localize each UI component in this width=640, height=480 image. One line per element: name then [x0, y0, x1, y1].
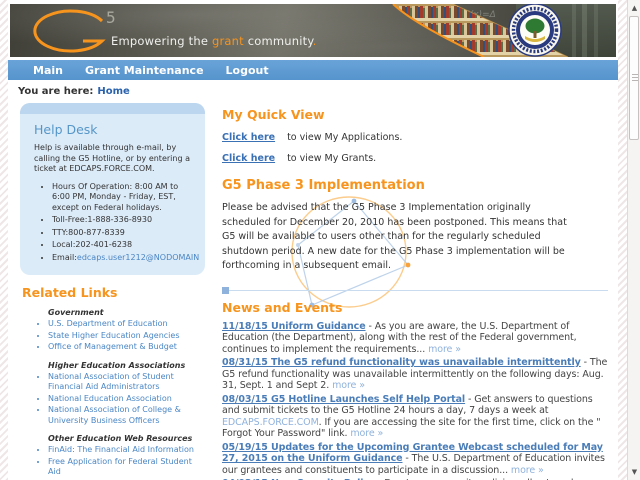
nav-item-grant-maintenance[interactable]: Grant Maintenance [85, 64, 204, 77]
news-title: News and Events [222, 300, 608, 315]
page-header: 5 Empowering the grant community. [10, 4, 616, 57]
nav-item-main[interactable]: Main [33, 64, 63, 77]
grants-text: to view My Grants. [287, 153, 376, 164]
tagline-post: community [244, 34, 313, 48]
quick-view-applications-row: Click here to view My Applications. [222, 132, 608, 143]
government-links: U.S. Department of Education State Highe… [20, 319, 206, 353]
header-decoration: π·√M(x)=Δ [376, 4, 616, 57]
link-nasfaa[interactable]: National Association of Student Financia… [48, 372, 174, 392]
help-desk-box-top [20, 103, 205, 114]
news-link-uniform-guidance[interactable]: 11/18/15 Uniform Guidance [222, 321, 366, 332]
list-item: National Association of College & Univer… [48, 405, 206, 426]
link-omb[interactable]: Office of Management & Budget [48, 342, 177, 351]
vertical-scrollbar[interactable]: ▲ ▼ [627, 0, 640, 480]
tagline-grant: grant [212, 34, 244, 48]
news-link-refund-functionality[interactable]: 08/31/15 The G5 refund functionality was… [222, 357, 581, 368]
divider-square-icon [222, 287, 229, 294]
scrollbar-grip-icon [632, 74, 638, 82]
help-desk-tty: TTY:800-877-8339 [52, 228, 197, 239]
link-us-dept-education[interactable]: U.S. Department of Education [48, 319, 168, 328]
link-finaid[interactable]: FinAid: The Financial Aid Information [48, 445, 194, 454]
quick-view-grants-row: Click here to view My Grants. [222, 153, 608, 164]
help-desk-email: Email:edcaps.user1212@NODOMAIN [52, 253, 197, 264]
quick-view-title: My Quick View [222, 107, 608, 122]
other-resource-links: FinAid: The Financial Aid Information Fr… [20, 445, 206, 480]
group-heading-other-resources: Other Education Web Resources [48, 434, 206, 443]
tagline-period: . [313, 34, 317, 48]
list-item: National Education Association [48, 394, 206, 405]
news-item: 08/31/15 The G5 refund functionality was… [222, 357, 608, 392]
click-here-grants-link[interactable]: Click here [222, 153, 275, 164]
link-state-higher-ed[interactable]: State Higher Education Agencies [48, 331, 179, 340]
nav-item-logout[interactable]: Logout [226, 64, 269, 77]
applications-text: to view My Applications. [287, 132, 402, 143]
group-heading-government: Government [48, 308, 206, 317]
help-desk-title: Help Desk [34, 122, 205, 137]
main-navigation: Main Grant Maintenance Logout [8, 60, 618, 80]
main-content: My Quick View Click here to view My Appli… [206, 99, 618, 480]
link-fafsa[interactable]: Free Application for Federal Student Aid [48, 457, 192, 477]
list-item: U.S. Department of Education [48, 319, 206, 330]
more-link[interactable]: more » [428, 344, 461, 355]
news-item: 08/03/15 G5 Hotline Launches Self Help P… [222, 394, 608, 440]
list-item: National Association of Student Financia… [48, 372, 206, 393]
list-item: FinAid: The Financial Aid Information [48, 445, 206, 456]
g5-logo: 5 [26, 8, 126, 56]
phase3-title: G5 Phase 3 Implementation [222, 178, 608, 193]
group-heading-higher-ed: Higher Education Associations [48, 361, 206, 370]
link-nacubo[interactable]: National Association of College & Univer… [48, 405, 181, 425]
help-desk-tollfree: Toll-Free:1-888-336-8930 [52, 215, 197, 226]
help-desk-list: Hours Of Operation: 8:00 AM to 6:00 PM, … [20, 182, 205, 264]
related-links-title: Related Links [22, 285, 206, 300]
section-divider [222, 287, 608, 294]
email-link[interactable]: edcaps.user1212@NODOMAIN [77, 253, 199, 262]
department-of-education-seal [509, 4, 561, 56]
help-desk-hours: Hours Of Operation: 8:00 AM to 6:00 PM, … [52, 182, 197, 214]
higher-ed-links: National Association of Student Financia… [20, 372, 206, 427]
scroll-down-button[interactable]: ▼ [628, 465, 640, 479]
list-item: Office of Management & Budget [48, 342, 206, 353]
header-tagline: Empowering the grant community. [111, 34, 317, 48]
list-item: Free Application for Federal Student Aid [48, 457, 206, 478]
scroll-up-button[interactable]: ▲ [628, 1, 640, 15]
tagline-pre: Empowering the [111, 34, 212, 48]
click-here-applications-link[interactable]: Click here [222, 132, 275, 143]
breadcrumb: You are here: Home [8, 80, 618, 99]
edcaps-force-link[interactable]: EDCAPS.FORCE.COM [222, 417, 319, 428]
news-item: 11/18/15 Uniform Guidance - As you are a… [222, 321, 608, 356]
g5-page: 5 Empowering the grant community. [8, 0, 618, 480]
related-links-section: Related Links Government U.S. Department… [20, 285, 206, 480]
news-link-self-help-portal[interactable]: 08/03/15 G5 Hotline Launches Self Help P… [222, 394, 465, 405]
sidebar: Help Desk Help is available through e-ma… [8, 99, 206, 480]
email-label: Email: [52, 253, 77, 262]
link-nea[interactable]: National Education Association [48, 394, 172, 403]
help-desk-intro: Help is available through e-mail, by cal… [34, 143, 195, 175]
news-item: 05/19/15 Updates for the Upcoming Grante… [222, 442, 608, 477]
phase3-body: Please be advised that the G5 Phase 3 Im… [222, 201, 574, 274]
more-link[interactable]: more » [511, 465, 544, 476]
breadcrumb-home-link[interactable]: Home [97, 86, 129, 97]
breadcrumb-label: You are here: [18, 86, 93, 97]
divider-line [229, 290, 608, 291]
browser-viewport: 5 Empowering the grant community. [0, 0, 640, 480]
help-desk-local: Local:202-401-6238 [52, 240, 197, 251]
more-link[interactable]: more » [332, 380, 365, 391]
scrollbar-thumb[interactable] [629, 16, 639, 140]
g5-logo-five: 5 [106, 8, 116, 27]
more-link[interactable]: more » [350, 428, 383, 439]
list-item: State Higher Education Agencies [48, 331, 206, 342]
help-desk-box: Help Desk Help is available through e-ma… [20, 103, 205, 275]
